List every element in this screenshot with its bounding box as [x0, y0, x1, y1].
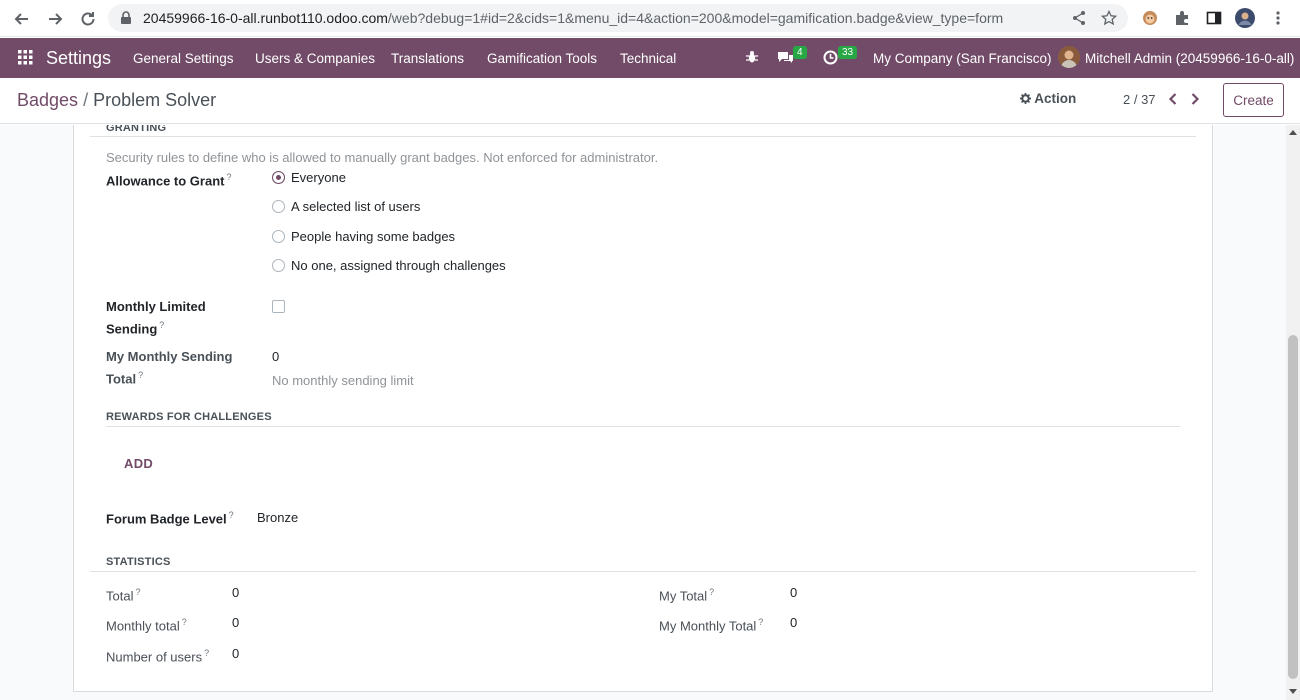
- address-bar[interactable]: 20459966-16-0-all.runbot110.odoo.com/web…: [108, 4, 1128, 32]
- url-text: 20459966-16-0-all.runbot110.odoo.com/web…: [143, 10, 1004, 26]
- breadcrumb-current: Problem Solver: [93, 90, 217, 110]
- help-tooltip-icon[interactable]: ?: [709, 587, 714, 597]
- statistics-divider: [90, 571, 1196, 572]
- breadcrumb: Badges / Problem Solver: [17, 90, 216, 111]
- activities-clock-icon[interactable]: [823, 50, 838, 68]
- app-title[interactable]: Settings: [46, 48, 111, 69]
- messages-icon[interactable]: [777, 50, 794, 68]
- radio-everyone[interactable]: [272, 171, 285, 184]
- main-navbar: Settings General Settings Users & Compan…: [0, 38, 1300, 78]
- menu-users-companies[interactable]: Users & Companies: [255, 51, 375, 66]
- extensions-puzzle-icon[interactable]: [1172, 8, 1192, 28]
- help-tooltip-icon[interactable]: ?: [758, 617, 763, 627]
- pager-previous-icon[interactable]: [1167, 92, 1181, 106]
- my-total-label: My Total?: [659, 587, 715, 604]
- monthly-total-label: Monthly total?: [106, 617, 187, 634]
- menu-gamification-tools[interactable]: Gamification Tools: [487, 51, 597, 66]
- bookmark-star-icon[interactable]: [1100, 9, 1118, 26]
- extension-monkey-icon[interactable]: [1140, 8, 1160, 28]
- radio-label-having-badges[interactable]: People having some badges: [291, 229, 455, 244]
- monthly-limit-hint: No monthly sending limit: [272, 373, 414, 388]
- forum-badge-level-label: Forum Badge Level?: [106, 510, 234, 527]
- breadcrumb-separator: /: [83, 90, 94, 110]
- radio-having-badges[interactable]: [272, 230, 285, 243]
- help-tooltip-icon[interactable]: ?: [182, 617, 187, 627]
- profile-avatar-icon[interactable]: [1235, 8, 1255, 28]
- rewards-section-title: REWARDS FOR CHALLENGES: [106, 411, 272, 423]
- rewards-divider: [106, 426, 1180, 427]
- user-menu[interactable]: Mitchell Admin (20459966-16-0-all): [1085, 51, 1294, 66]
- total-label: Total?: [106, 587, 141, 604]
- scroll-down-arrow-icon[interactable]: [1289, 689, 1297, 694]
- add-reward-button[interactable]: ADD: [124, 456, 153, 471]
- radio-selected-users[interactable]: [272, 200, 285, 213]
- statistics-section-title: STATISTICS: [106, 556, 171, 568]
- side-panel-icon[interactable]: [1204, 8, 1224, 28]
- create-button[interactable]: Create: [1223, 83, 1284, 117]
- user-avatar[interactable]: [1058, 46, 1080, 68]
- help-tooltip-icon[interactable]: ?: [229, 510, 234, 520]
- control-panel: Badges / Problem Solver Action 2 / 37: [0, 78, 1300, 124]
- number-of-users-value: 0: [232, 646, 240, 661]
- my-monthly-sending-total-value: 0: [272, 349, 280, 364]
- help-tooltip-icon[interactable]: ?: [204, 648, 209, 658]
- granting-section-title: GRANTING: [106, 125, 167, 134]
- my-monthly-total-label: My Monthly Total?: [659, 617, 764, 634]
- monthly-limited-sending-label: Monthly Limited Sending?: [106, 299, 206, 337]
- breadcrumb-badges-link[interactable]: Badges: [17, 90, 78, 110]
- reload-icon[interactable]: [76, 7, 100, 31]
- browser-menu-icon[interactable]: [1268, 8, 1288, 28]
- help-tooltip-icon[interactable]: ?: [138, 370, 143, 380]
- back-icon[interactable]: [10, 7, 34, 31]
- radio-label-selected-users[interactable]: A selected list of users: [291, 199, 420, 214]
- my-monthly-total-value: 0: [790, 615, 798, 630]
- radio-label-no-one[interactable]: No one, assigned through challenges: [291, 258, 506, 273]
- lock-icon: [120, 11, 132, 28]
- allowance-to-grant-label: Allowance to Grant?: [106, 172, 232, 189]
- help-tooltip-icon[interactable]: ?: [135, 587, 140, 597]
- help-tooltip-icon[interactable]: ?: [159, 320, 164, 330]
- radio-no-one[interactable]: [272, 259, 285, 272]
- my-monthly-sending-total-label: My Monthly Sending Total?: [106, 349, 233, 387]
- granting-help-text: Security rules to define who is allowed …: [106, 150, 659, 165]
- menu-translations[interactable]: Translations: [391, 51, 464, 66]
- forum-badge-level-value[interactable]: Bronze: [257, 510, 298, 525]
- total-value: 0: [232, 585, 240, 600]
- forward-icon[interactable]: [43, 7, 67, 31]
- debug-bug-icon[interactable]: [745, 50, 759, 67]
- company-switcher[interactable]: My Company (San Francisco): [873, 51, 1052, 66]
- granting-divider: [90, 136, 1196, 137]
- pager-next-icon[interactable]: [1189, 92, 1203, 106]
- scrollbar-thumb[interactable]: [1288, 335, 1298, 679]
- help-tooltip-icon[interactable]: ?: [226, 172, 231, 182]
- gear-icon: [1020, 91, 1034, 106]
- action-button[interactable]: Action: [1020, 91, 1076, 106]
- radio-label-everyone[interactable]: Everyone: [291, 170, 346, 185]
- apps-menu-icon[interactable]: [18, 50, 33, 68]
- my-total-value: 0: [790, 585, 798, 600]
- scroll-up-arrow-icon[interactable]: [1289, 130, 1297, 135]
- monthly-total-value: 0: [232, 615, 240, 630]
- action-label: Action: [1034, 91, 1077, 106]
- messages-count-badge: 4: [793, 46, 807, 59]
- browser-toolbar: 20459966-16-0-all.runbot110.odoo.com/web…: [0, 0, 1300, 37]
- form-sheet: [73, 125, 1213, 692]
- menu-technical[interactable]: Technical: [620, 51, 676, 66]
- form-view: GRANTING Security rules to define who is…: [0, 125, 1286, 700]
- activities-count-badge: 33: [838, 46, 858, 59]
- number-of-users-label: Number of users?: [106, 648, 210, 665]
- menu-general-settings[interactable]: General Settings: [133, 51, 234, 66]
- share-icon[interactable]: [1071, 10, 1087, 26]
- monthly-limited-checkbox[interactable]: [272, 300, 285, 313]
- pager-value[interactable]: 2 / 37: [1123, 92, 1156, 107]
